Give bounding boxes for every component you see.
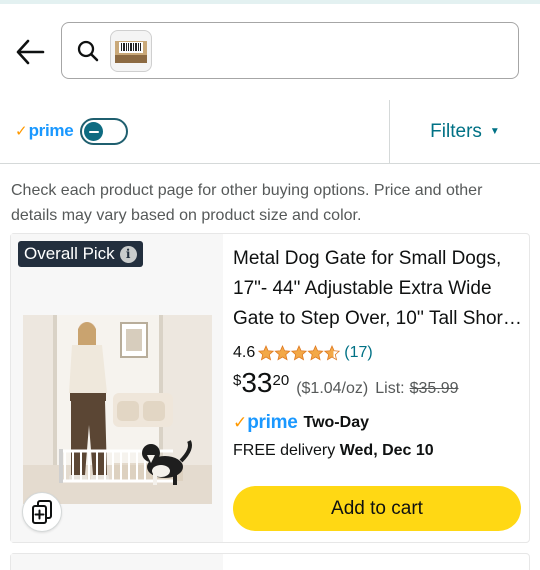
filters-label: Filters — [430, 120, 482, 142]
delivery-speed: Two-Day — [303, 414, 369, 431]
dog-gate-photo — [23, 315, 212, 504]
star-icon — [258, 345, 340, 361]
search-image-thumbnail[interactable] — [110, 30, 152, 72]
compare-button[interactable] — [22, 492, 62, 532]
caret-down-icon: ▼ — [489, 126, 500, 137]
rating-row[interactable]: 4.6 (17) — [233, 342, 373, 364]
delivery-date: Wed, Dec 10 — [339, 442, 434, 459]
filter-bar: ✓ prime Filters ▼ — [0, 100, 540, 164]
next-product-card[interactable] — [10, 553, 530, 570]
rating-number: 4.6 — [233, 344, 256, 361]
arrow-left-icon — [16, 39, 45, 65]
search-header — [0, 4, 540, 96]
prime-logo: ✓ prime — [15, 120, 74, 142]
product-image[interactable] — [23, 315, 212, 504]
search-icon — [77, 40, 99, 62]
add-to-cart-button[interactable]: Add to cart — [233, 486, 521, 531]
delivery-prefix: FREE delivery — [233, 442, 340, 459]
prime-check-icon: ✓ — [15, 123, 28, 140]
list-label: List: — [375, 380, 405, 397]
prime-check-icon: ✓ — [233, 413, 248, 432]
prime-delivery-row: ✓ prime Two-Day — [233, 411, 369, 435]
prime-badge: prime — [247, 412, 298, 433]
info-icon[interactable]: i — [119, 245, 137, 263]
delivery-info: FREE delivery Wed, Dec 10 — [233, 442, 434, 460]
toggle-knob — [84, 122, 103, 141]
prime-label: prime — [28, 121, 74, 140]
product-image-panel[interactable]: Overall Pick i — [11, 234, 223, 542]
buying-options-notice: Check each product page for other buying… — [11, 182, 483, 224]
star-rating — [258, 345, 340, 361]
barcode-photo-icon — [115, 41, 147, 63]
back-button[interactable] — [12, 34, 48, 70]
product-title[interactable]: Metal Dog Gate for Small Dogs, 17"- 44" … — [233, 244, 523, 334]
price-fraction: 20 — [272, 372, 290, 389]
list-price: $35.99 — [409, 380, 459, 397]
price-whole: 33 — [241, 367, 273, 398]
price-symbol: $ — [233, 372, 242, 389]
compare-icon — [32, 500, 52, 524]
review-count-link[interactable]: (17) — [344, 344, 372, 362]
badge-label: Overall Pick — [24, 244, 115, 263]
prime-toggle[interactable] — [80, 118, 128, 145]
unit-price: ($1.04/oz) — [296, 380, 369, 397]
overall-pick-badge: Overall Pick i — [18, 241, 143, 267]
search-input[interactable] — [61, 22, 519, 79]
filters-button[interactable]: Filters ▼ — [390, 100, 540, 163]
next-product-image-panel — [11, 554, 223, 570]
product-card[interactable]: Overall Pick i Metal Dog Gate for Small … — [10, 233, 530, 543]
price-row: $ 33 20 ($1.04/oz) List: $35.99 — [233, 368, 459, 402]
